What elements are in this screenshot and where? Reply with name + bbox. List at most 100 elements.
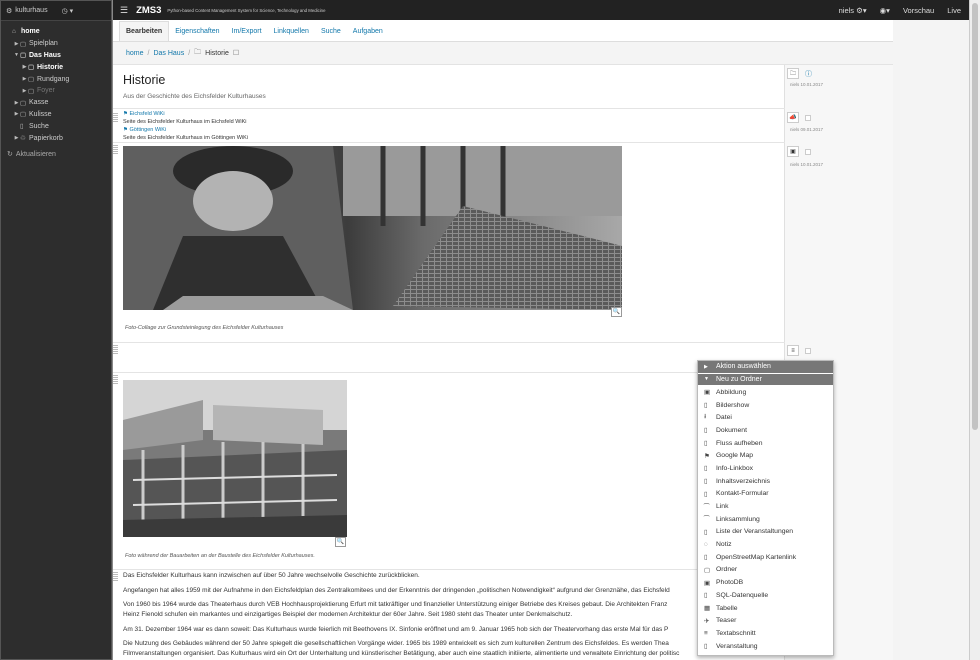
image-icon: ▣ (704, 579, 711, 587)
menu-item[interactable]: ▯ Bildershow (698, 399, 833, 412)
paragraph: Filmveranstaltungen organisiert. Das Kul… (123, 650, 680, 657)
menu-item[interactable]: ▯ Fluss aufheben (698, 437, 833, 450)
app-logo[interactable]: ZMS3 (136, 5, 161, 16)
image-block-2[interactable]: 🔍 Foto während der Bauarbeiten an der Ba… (113, 373, 785, 570)
tree-item[interactable]: ▶ ▢ Rundgang (1, 73, 111, 85)
breadcrumb-parent[interactable]: Das Haus (153, 50, 184, 57)
menu-item[interactable]: ▯ SQL-Datenquelle (698, 589, 833, 602)
drag-handle[interactable] (113, 375, 118, 384)
expand-toggle-icon[interactable]: ▶ (21, 88, 28, 94)
image-icon: ▣ (704, 389, 711, 397)
preview-link[interactable]: Vorschau (903, 6, 934, 15)
drag-handle[interactable] (113, 345, 118, 354)
menu-new-folder[interactable]: ▼ Neu zu Ordner (698, 373, 833, 385)
breadcrumb-home[interactable]: home (126, 50, 144, 57)
menu-action-select[interactable]: ▶ Aktion auswählen (698, 361, 833, 373)
tree-item[interactable]: ▼ ▢ Das Haus (1, 50, 111, 62)
construction-photo[interactable] (123, 380, 347, 537)
expand-toggle-icon[interactable]: ▶ (21, 64, 28, 70)
menu-item[interactable]: ▣ Abbildung (698, 386, 833, 399)
menu-item[interactable]: ▯ Veranstaltung (698, 640, 833, 653)
globe-dropdown-icon[interactable]: ◉▾ (880, 6, 890, 15)
tree-item[interactable]: ▶ ▢ Kulisse (1, 109, 111, 121)
table-icon: ▦ (704, 605, 711, 613)
expand-toggle-icon[interactable]: ▶ (13, 111, 20, 117)
drag-handle[interactable] (113, 572, 118, 581)
tab-linkquellen[interactable]: Linkquellen (268, 21, 315, 41)
drag-handle[interactable] (113, 113, 118, 122)
tab-suche[interactable]: Suche (315, 21, 347, 41)
linklist-block[interactable]: ⚑ Eichsfeld WiKi Seite des Eichsfelder K… (113, 109, 785, 143)
menu-item[interactable]: ▦ Tabelle (698, 602, 833, 615)
folder-icon[interactable]: 🗀 (787, 68, 799, 79)
page-title[interactable]: Historie (123, 73, 165, 87)
sitemap-icon[interactable]: ⚙ (6, 7, 12, 15)
bookmark-icon[interactable]: ☐ (233, 49, 239, 57)
image-block-1[interactable]: 🔍 Foto-Collage zur Grundsteinlegung des … (113, 143, 785, 343)
tree-item[interactable]: ▶ ▢ Historie (1, 61, 111, 73)
menu-item[interactable]: ≡ Textabschnitt (698, 627, 833, 640)
tree-item[interactable]: ▶ ♲ Papierkorb (1, 132, 111, 144)
info-icon[interactable]: ⓘ (805, 69, 812, 79)
zoom-icon[interactable]: 🔍 (611, 307, 622, 317)
tree-item[interactable]: ▶ ▢ Foyer (1, 85, 111, 97)
live-link[interactable]: Live (947, 6, 961, 15)
menu-item[interactable]: ⚑ Google Map (698, 449, 833, 462)
link-goettingen[interactable]: ⚑ Göttingen WiKi (123, 127, 166, 133)
tab-bearbeiten[interactable]: Bearbeiten (119, 21, 170, 41)
expand-toggle-icon[interactable]: ▶ (21, 76, 28, 82)
menu-item[interactable]: ▯ Info-Linkbox (698, 462, 833, 475)
select-checkbox[interactable] (805, 148, 811, 155)
link-eichsfeld[interactable]: ⚑ Eichsfeld WiKi (123, 111, 165, 117)
zoom-icon[interactable]: 🔍 (335, 537, 346, 547)
block-control: ≡ (787, 345, 811, 356)
tab-eigenschaften[interactable]: Eigenschaften (169, 21, 225, 41)
menu-item[interactable]: ⁀ Link (698, 500, 833, 513)
tab-aufgaben[interactable]: Aufgaben (347, 21, 389, 41)
tab-imexport[interactable]: Im/Export (226, 21, 268, 41)
tree-item-label: home (21, 28, 40, 36)
tree-item[interactable]: ▶ ▢ Spielplan (1, 38, 111, 50)
site-name[interactable]: kulturhaus (15, 7, 47, 14)
menu-item[interactable]: ▯ OpenStreetMap Kartenlink (698, 551, 833, 564)
text-section[interactable]: Das Eichsfelder Kulturhaus kann inzwisch… (113, 570, 785, 660)
text-block-empty[interactable] (113, 343, 785, 373)
align-icon[interactable]: ≡ (787, 345, 799, 356)
expand-toggle-icon[interactable]: ▶ (13, 100, 20, 106)
image-icon[interactable]: ▣ (787, 146, 799, 157)
menu-item[interactable]: ▯ Inhaltsverzeichnis (698, 475, 833, 488)
megaphone-icon[interactable]: 📣 (787, 112, 799, 123)
tree-item[interactable]: ▶ ▢ Kasse (1, 97, 111, 109)
collage-photo[interactable] (123, 146, 622, 310)
menu-item[interactable]: ▯ Kontakt-Formular (698, 488, 833, 501)
expand-toggle-icon[interactable]: ▶ (13, 135, 20, 141)
menu-item[interactable]: ▢ Ordner (698, 564, 833, 577)
expand-toggle-icon[interactable]: ▶ (13, 41, 20, 47)
menu-item[interactable]: ▯ Dokument (698, 424, 833, 437)
tree-item-label: Rundgang (37, 75, 70, 83)
tree-item[interactable]: ▯ Suche (1, 120, 111, 132)
menu-item[interactable]: ⭳ Datei (698, 411, 833, 424)
scrollbar-thumb[interactable] (972, 3, 978, 430)
expand-toggle-icon[interactable]: ▼ (13, 52, 20, 58)
menu-item[interactable]: ⁀ Linksammlung (698, 513, 833, 526)
history-dropdown-icon[interactable]: ◷ ▾ (62, 7, 74, 15)
tab-bar: Bearbeiten Eigenschaften Im/Export Linkquel… (113, 20, 893, 42)
drag-handle[interactable] (113, 145, 118, 154)
refresh-label: Aktualisieren (15, 150, 56, 158)
menu-item[interactable]: ◌ Notiz (698, 538, 833, 551)
link-icon: ⁀ (704, 516, 710, 524)
menu-item[interactable]: ▣ PhotoDB (698, 576, 833, 589)
menu-item[interactable]: ▯ Liste der Veranstaltungen (698, 526, 833, 539)
meta-date: 09.01.2017 (800, 127, 824, 132)
refresh-icon: ↻ (7, 151, 13, 159)
refresh-link[interactable]: ↻ Aktualisieren (1, 149, 111, 160)
menu-icon[interactable]: ☰ (120, 5, 128, 16)
scrollbar[interactable] (969, 0, 980, 660)
select-checkbox[interactable] (805, 114, 811, 121)
gear-icon: ⚙▾ (856, 5, 867, 15)
tree-item[interactable]: ⌂ home (1, 26, 111, 38)
menu-item[interactable]: ✈ Teaser (698, 614, 833, 627)
user-menu[interactable]: niels ⚙▾ (839, 6, 867, 15)
select-checkbox[interactable] (805, 347, 811, 354)
